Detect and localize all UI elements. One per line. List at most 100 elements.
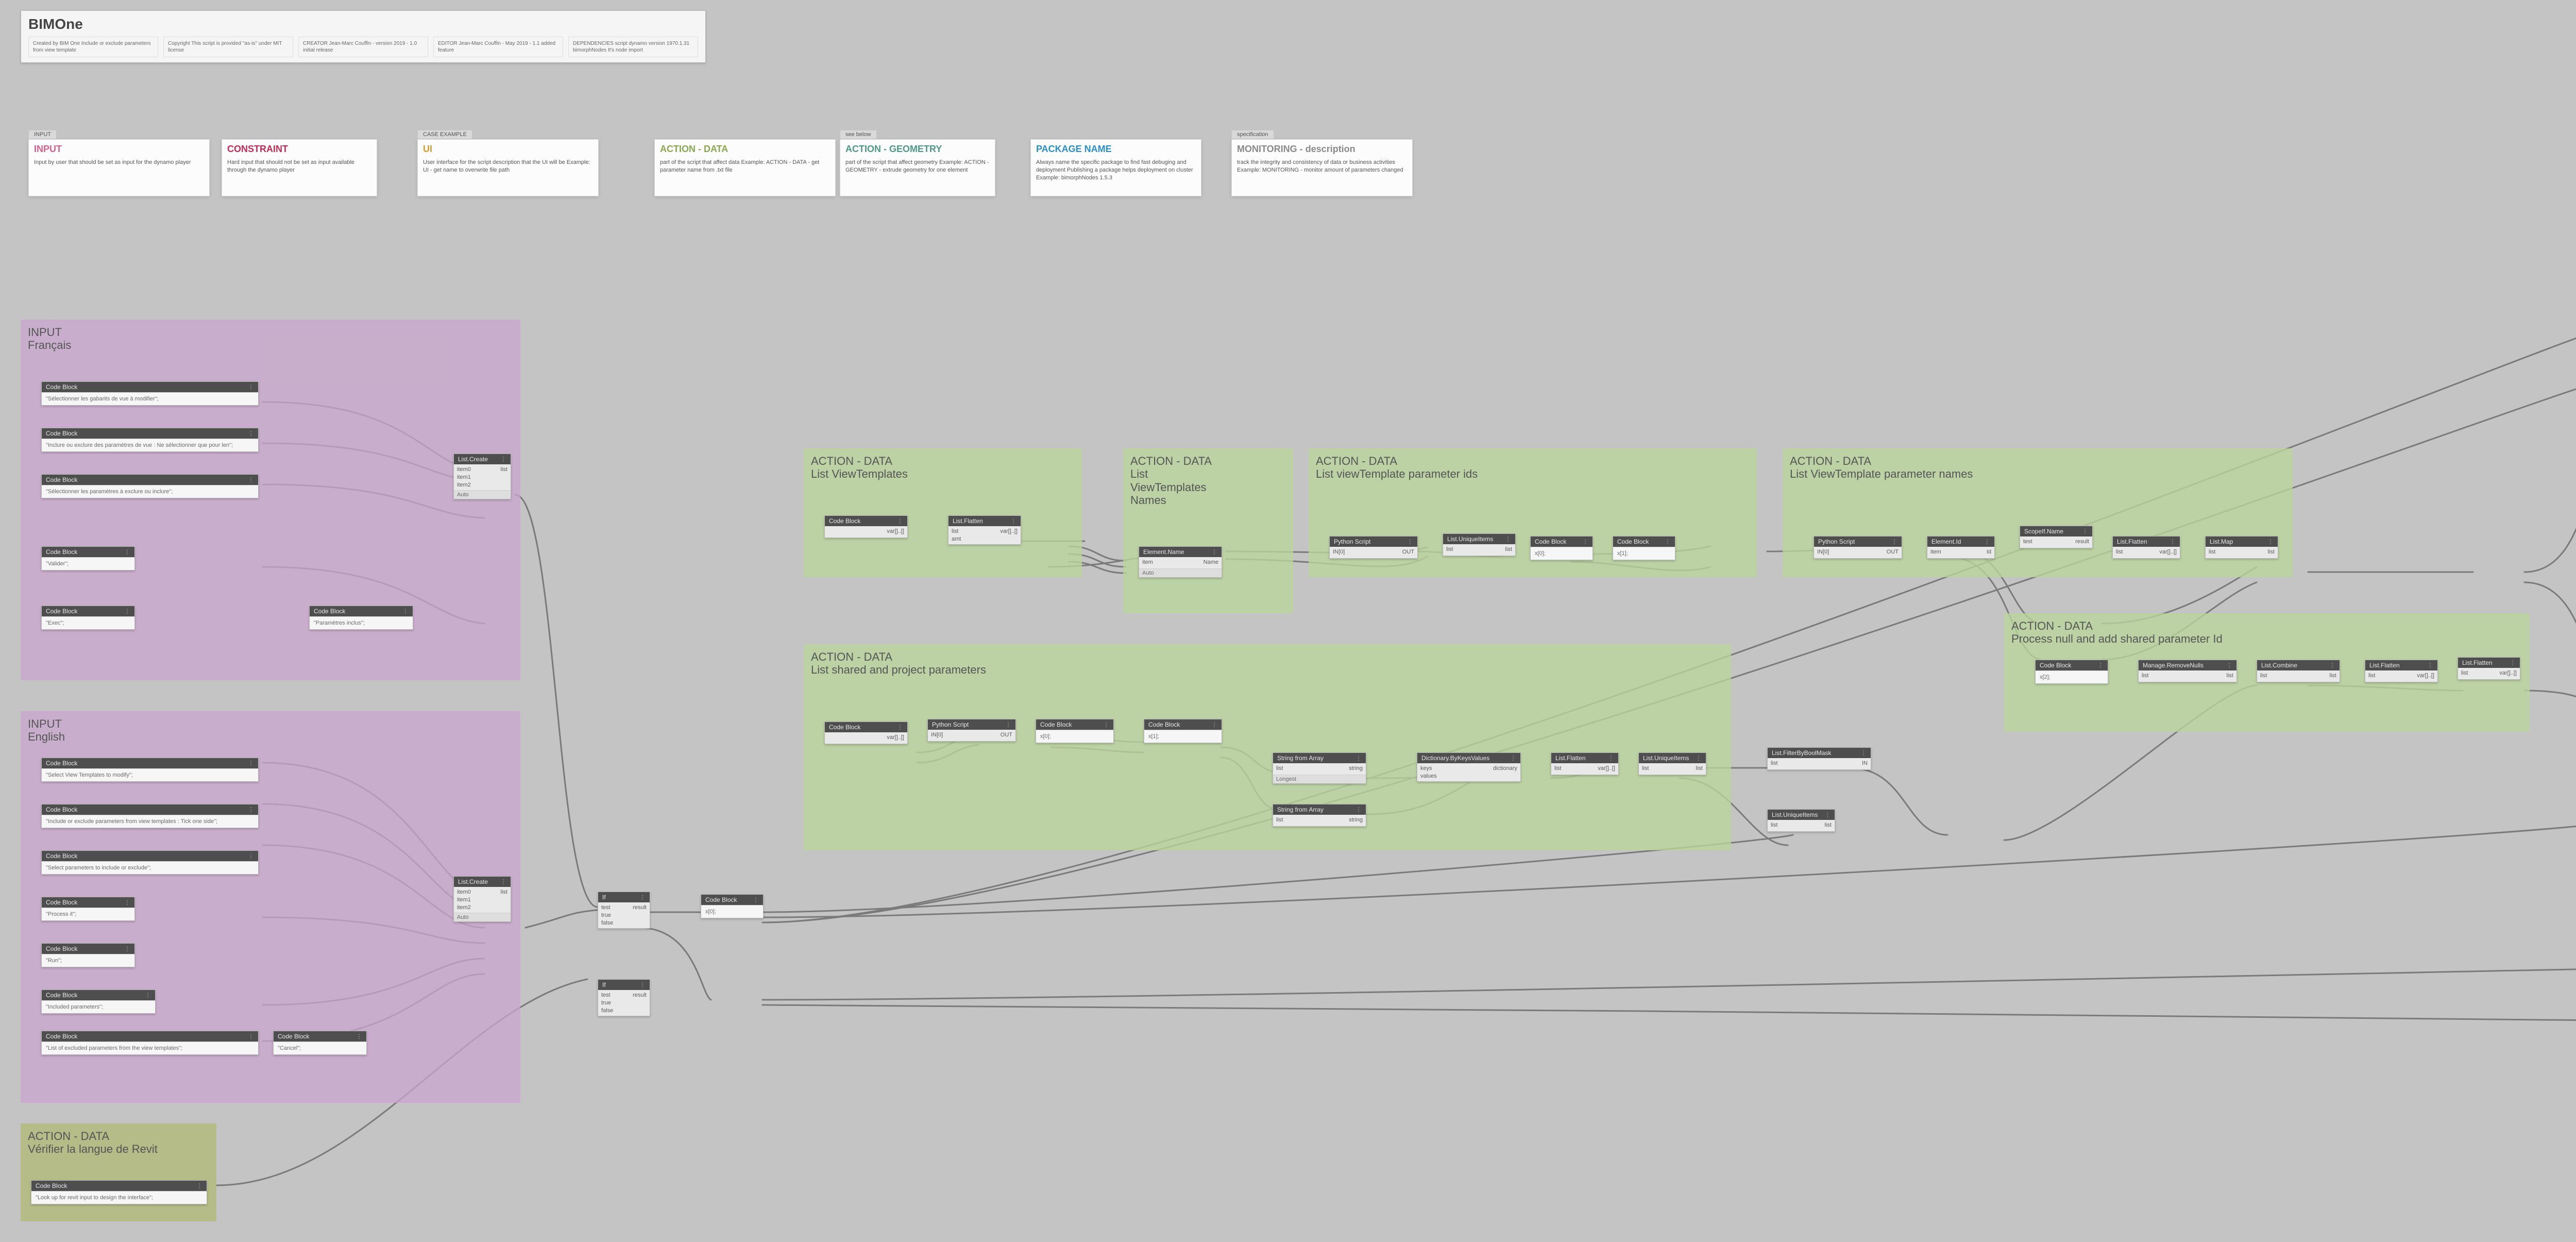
node-string-join[interactable]: String from Array⋮ list string — [1273, 804, 1366, 827]
node-menu-icon[interactable]: ⋮ — [1505, 535, 1511, 543]
node-menu-icon[interactable]: ⋮ — [1211, 721, 1217, 728]
node-menu-icon[interactable]: ⋮ — [1355, 754, 1362, 762]
node-menu-icon[interactable]: ⋮ — [248, 430, 254, 437]
node-code[interactable]: "Paramètres inclus"; — [310, 616, 413, 629]
node-dict[interactable]: Dictionary.ByKeysValues⋮ keysvalues dict… — [1417, 752, 1521, 782]
port-in[interactable]: item2 — [457, 482, 471, 488]
node-menu-icon[interactable]: ⋮ — [2082, 528, 2088, 535]
node-code-block[interactable]: Code Block⋮ "Sélectionner les gabarits d… — [41, 381, 259, 406]
node-menu-icon[interactable]: ⋮ — [2267, 538, 2274, 545]
port-in[interactable]: list — [2260, 673, 2267, 679]
port-in[interactable]: item1 — [457, 474, 471, 480]
port-out[interactable]: list — [2268, 549, 2275, 555]
node-code[interactable]: "Sélectionner les gabarits de vue à modi… — [42, 392, 258, 405]
node-menu-icon[interactable]: ⋮ — [1984, 538, 1990, 545]
port-out[interactable]: list — [501, 466, 507, 473]
node-menu-icon[interactable]: ⋮ — [1407, 538, 1413, 545]
port-out[interactable]: OUT — [1402, 549, 1414, 555]
node-list-create[interactable]: List.Create⋮ item0item1item2 list Auto — [453, 876, 511, 922]
node-code[interactable]: x[1]; — [1613, 547, 1675, 560]
port-out[interactable]: OUT — [1887, 549, 1899, 555]
node-code-block[interactable]: Code Block⋮ x[0]; — [1530, 536, 1593, 560]
node-menu-icon[interactable]: ⋮ — [753, 896, 759, 903]
node-menu-icon[interactable]: ⋮ — [639, 981, 646, 988]
node-element-id[interactable]: Element.Id⋮ item Id — [1927, 536, 1995, 559]
node-menu-icon[interactable]: ⋮ — [124, 899, 130, 906]
node-menu-icon[interactable]: ⋮ — [1005, 721, 1011, 728]
node-list-flatten[interactable]: List.Flatten⋮ listvar[]..[] — [2458, 657, 2520, 680]
node-menu-icon[interactable]: ⋮ — [1355, 806, 1362, 813]
port-out[interactable]: result — [2075, 539, 2089, 545]
port-out[interactable]: string — [1349, 765, 1363, 771]
node-menu-icon[interactable]: ⋮ — [500, 456, 506, 463]
port-in[interactable]: IN[0] — [1333, 549, 1345, 555]
node-code-block[interactable]: Code Block⋮ "Sélectionner les paramètres… — [41, 474, 259, 498]
port-out[interactable]: list — [1825, 822, 1832, 828]
node-code[interactable]: x[0]; — [1036, 730, 1113, 743]
port-in[interactable]: item — [1930, 549, 1941, 555]
port-in[interactable]: list — [2209, 549, 2215, 555]
group-list-vtnames[interactable]: ACTION - DATA List ViewTemplates Names — [1123, 448, 1293, 613]
port-in[interactable]: item2 — [457, 904, 471, 911]
node-menu-icon[interactable]: ⋮ — [1582, 538, 1588, 545]
port-in[interactable]: item1 — [457, 897, 471, 903]
node-menu-icon[interactable]: ⋮ — [1510, 754, 1516, 762]
port-out[interactable]: list — [501, 889, 507, 895]
port-out[interactable]: var[]..[] — [1000, 528, 1018, 534]
node-menu-icon[interactable]: ⋮ — [897, 517, 903, 525]
port-in[interactable]: false — [601, 1008, 613, 1014]
port-out[interactable]: var[]..[] — [1598, 765, 1615, 771]
node-code-block[interactable]: Code Block⋮ "Inclure ou exclure des para… — [41, 428, 259, 452]
port-out[interactable]: string — [1349, 817, 1363, 823]
node-code-block[interactable]: Code Block⋮ "Process it"; — [41, 897, 135, 921]
node-python[interactable]: Python Script⋮ IN[0] OUT — [1329, 536, 1418, 559]
node-code[interactable]: "Valider"; — [42, 557, 134, 570]
port-in[interactable]: list — [952, 528, 961, 534]
node-if[interactable]: If⋮ testtruefalse result — [598, 892, 650, 929]
node-menu-icon[interactable]: ⋮ — [248, 476, 254, 483]
node-code[interactable]: "Included parameters"; — [42, 1000, 155, 1013]
node-code-block[interactable]: Code Block⋮ "Look up for revit input to … — [31, 1180, 207, 1204]
port-in[interactable]: test — [2023, 539, 2032, 545]
node-menu-icon[interactable]: ⋮ — [248, 760, 254, 767]
node-menu-icon[interactable]: ⋮ — [1860, 749, 1867, 757]
port-out[interactable]: IN — [1862, 760, 1868, 766]
node-list-map[interactable]: List.Map⋮ list list — [2205, 536, 2278, 559]
node-code[interactable]: x[0]; — [1531, 547, 1592, 560]
node-code-block[interactable]: Code Block⋮ "Paramètres inclus"; — [309, 606, 413, 630]
node-menu-icon[interactable]: ⋮ — [356, 1033, 362, 1040]
node-code-block[interactable]: Code Block⋮ "Valider"; — [41, 546, 135, 570]
node-code-block[interactable]: Code Block⋮ x[2]; — [2035, 660, 2108, 684]
port-out[interactable]: list — [2227, 673, 2233, 679]
port-in[interactable]: list — [2142, 673, 2148, 679]
port-out[interactable]: Id — [1987, 549, 1991, 555]
node-menu-icon[interactable]: ⋮ — [1824, 811, 1831, 818]
node-menu-icon[interactable]: ⋮ — [1696, 754, 1702, 762]
node-code-block[interactable]: Code Block⋮ "Include or exclude paramete… — [41, 804, 259, 828]
node-menu-icon[interactable]: ⋮ — [639, 894, 646, 901]
node-string-join[interactable]: String from Array⋮ list string Longest — [1273, 752, 1366, 784]
node-menu-icon[interactable]: ⋮ — [2427, 662, 2433, 669]
node-code-block[interactable]: Code Block⋮ "Run"; — [41, 943, 135, 967]
node-list-flatten[interactable]: List.Flatten⋮ listvar[]..[] — [2365, 660, 2438, 682]
node-code[interactable]: "Sélectionner les paramètres à exclure o… — [42, 485, 258, 498]
port-out[interactable]: dictionary — [1493, 765, 1517, 771]
node-menu-icon[interactable]: ⋮ — [1010, 517, 1016, 525]
node-code[interactable]: "Look up for revit input to design the i… — [31, 1191, 207, 1204]
node-list-flatten[interactable]: List.Flatten⋮ listvar[]..[] — [1551, 752, 1619, 775]
node-menu-icon[interactable]: ⋮ — [2170, 538, 2176, 545]
node-list-unique[interactable]: List.UniqueItems⋮ listlist — [1767, 809, 1835, 832]
node-list-create[interactable]: List.Create⋮ item0item1item2 list Auto — [453, 454, 511, 499]
node-code-block[interactable]: Code Block⋮ var[]..[] — [824, 515, 908, 538]
port-in[interactable]: test — [601, 904, 613, 911]
node-code-block[interactable]: Code Block⋮ "List of excluded parameters… — [41, 1031, 259, 1055]
node-list-unique[interactable]: List.UniqueItems⋮ list list — [1443, 533, 1516, 556]
node-filter-bool[interactable]: List.FilterByBoolMask⋮ listIN — [1767, 747, 1871, 770]
node-menu-icon[interactable]: ⋮ — [2097, 662, 2104, 669]
group-action-lang[interactable]: ACTION - DATA Vérifier la langue de Revi… — [21, 1123, 216, 1221]
node-if[interactable]: If⋮ testtruefalse result — [598, 979, 650, 1016]
node-code[interactable]: "Select View Templates to modify"; — [42, 768, 258, 781]
node-code-block[interactable]: Code Block⋮ "Included parameters"; — [41, 989, 156, 1014]
node-code[interactable]: "Process it"; — [42, 908, 134, 920]
node-menu-icon[interactable]: ⋮ — [1665, 538, 1671, 545]
